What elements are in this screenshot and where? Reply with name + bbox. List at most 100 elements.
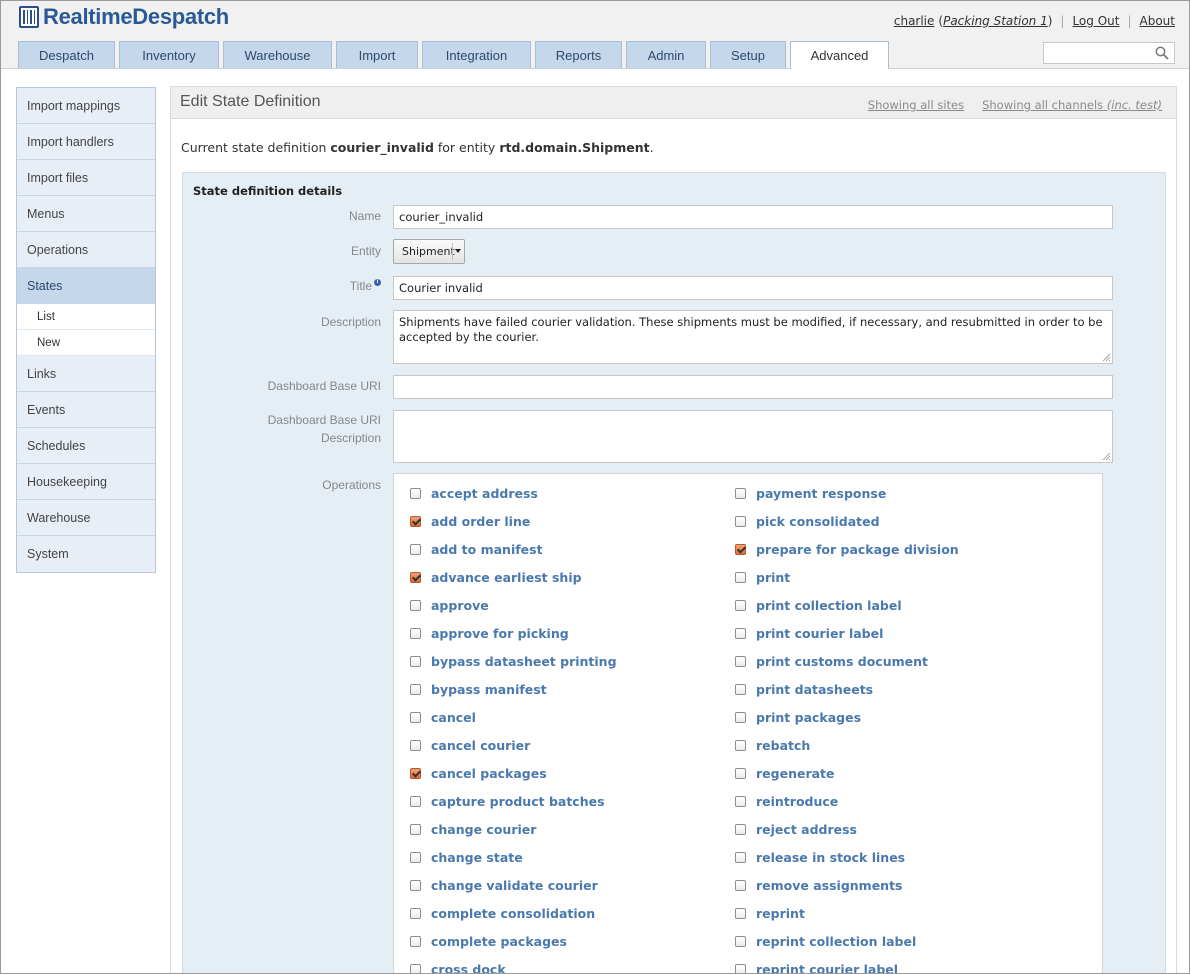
operation-option[interactable]: change state [410, 849, 523, 865]
operation-checkbox[interactable] [410, 515, 421, 527]
operation-label[interactable]: reprint collection label [756, 934, 916, 949]
operation-checkbox[interactable] [735, 767, 746, 779]
tab-admin[interactable]: Admin [626, 41, 706, 68]
operation-option[interactable]: reprint [735, 905, 805, 921]
operation-label[interactable]: add order line [431, 514, 530, 529]
tab-despatch[interactable]: Despatch [18, 41, 115, 68]
operation-checkbox[interactable] [735, 627, 746, 639]
operation-label[interactable]: advance earliest ship [431, 570, 582, 585]
operation-option[interactable]: advance earliest ship [410, 569, 582, 585]
operation-option[interactable]: print datasheets [735, 681, 873, 697]
operation-label[interactable]: reprint courier label [756, 962, 898, 974]
sidebar-item-system[interactable]: System [17, 536, 155, 572]
operation-checkbox[interactable] [735, 907, 746, 919]
station-link[interactable]: Packing Station 1 [943, 14, 1048, 28]
operation-option[interactable]: cancel packages [410, 765, 547, 781]
operation-option[interactable]: remove assignments [735, 877, 903, 893]
operation-option[interactable]: prepare for package division [735, 541, 959, 557]
operation-checkbox[interactable] [735, 963, 746, 973]
operation-label[interactable]: regenerate [756, 766, 835, 781]
operation-checkbox[interactable] [410, 627, 421, 639]
operation-label[interactable]: add to manifest [431, 542, 543, 557]
operation-label[interactable]: payment response [756, 486, 886, 501]
showing-sites-link[interactable]: Showing all sites [868, 98, 964, 112]
operation-label[interactable]: pick consolidated [756, 514, 880, 529]
dashboard-description-field[interactable] [393, 410, 1113, 463]
operation-checkbox[interactable] [410, 823, 421, 835]
operation-label[interactable]: approve for picking [431, 626, 569, 641]
operation-option[interactable]: add order line [410, 513, 530, 529]
operation-checkbox[interactable] [735, 935, 746, 947]
operation-option[interactable]: print packages [735, 709, 861, 725]
operation-checkbox[interactable] [735, 543, 746, 555]
operation-label[interactable]: print customs document [756, 654, 928, 669]
operation-label[interactable]: capture product batches [431, 794, 605, 809]
operation-checkbox[interactable] [410, 739, 421, 751]
operation-checkbox[interactable] [410, 851, 421, 863]
operation-label[interactable]: reject address [756, 822, 857, 837]
info-icon[interactable]: i [374, 279, 381, 286]
operation-label[interactable]: remove assignments [756, 878, 903, 893]
operation-label[interactable]: cancel [431, 710, 476, 725]
dashboard-uri-field[interactable] [393, 375, 1113, 399]
operation-option[interactable]: payment response [735, 485, 886, 501]
operation-checkbox[interactable] [410, 711, 421, 723]
operation-label[interactable]: rebatch [756, 738, 810, 753]
operation-option[interactable]: print customs document [735, 653, 928, 669]
sidebar-item-menus[interactable]: Menus [17, 196, 155, 232]
operation-option[interactable]: reject address [735, 821, 857, 837]
operation-label[interactable]: release in stock lines [756, 850, 905, 865]
sidebar-item-schedules[interactable]: Schedules [17, 428, 155, 464]
description-field[interactable]: Shipments have failed courier validation… [393, 310, 1113, 364]
logout-link[interactable]: Log Out [1072, 14, 1119, 28]
operation-option[interactable]: complete consolidation [410, 905, 595, 921]
operation-option[interactable]: bypass manifest [410, 681, 547, 697]
operation-checkbox[interactable] [410, 487, 421, 499]
operation-checkbox[interactable] [410, 683, 421, 695]
operation-option[interactable]: release in stock lines [735, 849, 905, 865]
operation-option[interactable]: pick consolidated [735, 513, 880, 529]
sidebar-item-warehouse[interactable]: Warehouse [17, 500, 155, 536]
about-link[interactable]: About [1140, 14, 1175, 28]
operation-option[interactable]: change courier [410, 821, 536, 837]
operation-checkbox[interactable] [410, 795, 421, 807]
tab-reports[interactable]: Reports [535, 41, 622, 68]
tab-inventory[interactable]: Inventory [119, 41, 219, 68]
operation-label[interactable]: print [756, 570, 790, 585]
operation-checkbox[interactable] [735, 515, 746, 527]
operation-label[interactable]: approve [431, 598, 489, 613]
tab-advanced[interactable]: Advanced [790, 41, 889, 69]
operation-option[interactable]: approve [410, 597, 489, 613]
operation-option[interactable]: rebatch [735, 737, 810, 753]
resize-grip-icon[interactable] [1102, 452, 1111, 461]
operation-option[interactable]: regenerate [735, 765, 835, 781]
operation-checkbox[interactable] [735, 487, 746, 499]
operation-option[interactable]: print courier label [735, 625, 883, 641]
title-field[interactable]: Courier invalid [393, 276, 1113, 300]
operation-label[interactable]: cancel packages [431, 766, 547, 781]
name-field[interactable]: courier_invalid [393, 205, 1113, 229]
operation-checkbox[interactable] [735, 655, 746, 667]
operation-checkbox[interactable] [735, 851, 746, 863]
showing-channels-link[interactable]: Showing all channels (inc. test) [982, 98, 1162, 112]
operation-checkbox[interactable] [410, 907, 421, 919]
operation-label[interactable]: reprint [756, 906, 805, 921]
operation-option[interactable]: print [735, 569, 790, 585]
operation-option[interactable]: reintroduce [735, 793, 838, 809]
operation-option[interactable]: bypass datasheet printing [410, 653, 617, 669]
operation-checkbox[interactable] [410, 599, 421, 611]
operation-option[interactable]: reprint collection label [735, 933, 916, 949]
operation-option[interactable]: add to manifest [410, 541, 543, 557]
tab-integration[interactable]: Integration [422, 41, 531, 68]
operation-option[interactable]: change validate courier [410, 877, 598, 893]
operation-checkbox[interactable] [735, 711, 746, 723]
operation-label[interactable]: change validate courier [431, 878, 598, 893]
operation-checkbox[interactable] [410, 571, 421, 583]
operation-label[interactable]: bypass manifest [431, 682, 547, 697]
operation-option[interactable]: capture product batches [410, 793, 605, 809]
operation-label[interactable]: complete consolidation [431, 906, 595, 921]
operation-label[interactable]: cross dock [431, 962, 506, 974]
operation-checkbox[interactable] [735, 683, 746, 695]
operation-option[interactable]: reprint courier label [735, 961, 898, 974]
operation-option[interactable]: print collection label [735, 597, 902, 613]
